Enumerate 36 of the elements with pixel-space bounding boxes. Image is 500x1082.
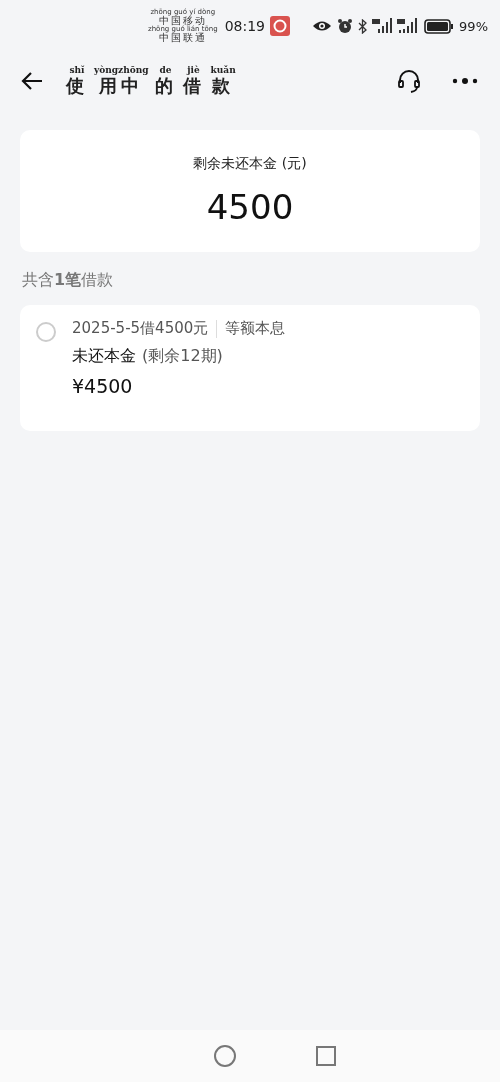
carrier-name: 中国联通 xyxy=(158,33,207,43)
pinyin-annotation: yòngzhōng xyxy=(94,66,149,77)
bluetooth-icon xyxy=(358,18,368,34)
headset-icon[interactable] xyxy=(396,68,422,94)
clock-time: 08:19 xyxy=(224,18,265,34)
select-radio[interactable] xyxy=(36,322,56,342)
battery-icon xyxy=(424,18,455,34)
page-title: 用中 xyxy=(99,76,144,96)
battery-percent: 99% xyxy=(459,18,488,34)
remaining-periods: (剩余12期) xyxy=(142,346,223,367)
more-icon[interactable] xyxy=(452,77,478,85)
loan-amount: ¥4500 xyxy=(72,375,134,397)
page-title: 款 xyxy=(212,76,235,96)
recents-button[interactable] xyxy=(316,1046,336,1066)
page-title: 的 xyxy=(154,76,177,96)
summary-label: 剩余未还本金 (元) xyxy=(193,155,307,173)
loan-title: 2025-5-5借4500元 xyxy=(72,319,209,338)
loan-count: 共含1笔借款 xyxy=(22,270,115,291)
loan-card[interactable]: 2025-5-5借4500元 等额本息 未还本金 (剩余12期) ¥4500 xyxy=(20,305,480,431)
principal-label: 未还本金 xyxy=(72,346,136,367)
eye-icon xyxy=(312,20,333,32)
signal-icon xyxy=(397,18,420,34)
pinyin-annotation: shǐ xyxy=(69,66,85,77)
repayment-method: 等额本息 xyxy=(225,319,286,338)
home-button[interactable] xyxy=(214,1045,236,1067)
summary-amount: 4500 xyxy=(206,187,294,227)
page-title: 借 xyxy=(182,76,205,96)
carrier-name: 中国移动 xyxy=(158,16,207,26)
alarm-icon xyxy=(337,18,354,34)
app-notification-icon xyxy=(270,16,290,36)
page-title: 使 xyxy=(66,76,88,96)
pinyin-annotation: jiè xyxy=(187,66,200,77)
pinyin-annotation: kuǎn xyxy=(210,66,236,77)
pinyin-annotation: de xyxy=(159,66,172,77)
signal-icon xyxy=(372,18,393,34)
back-arrow-icon[interactable] xyxy=(20,71,44,91)
